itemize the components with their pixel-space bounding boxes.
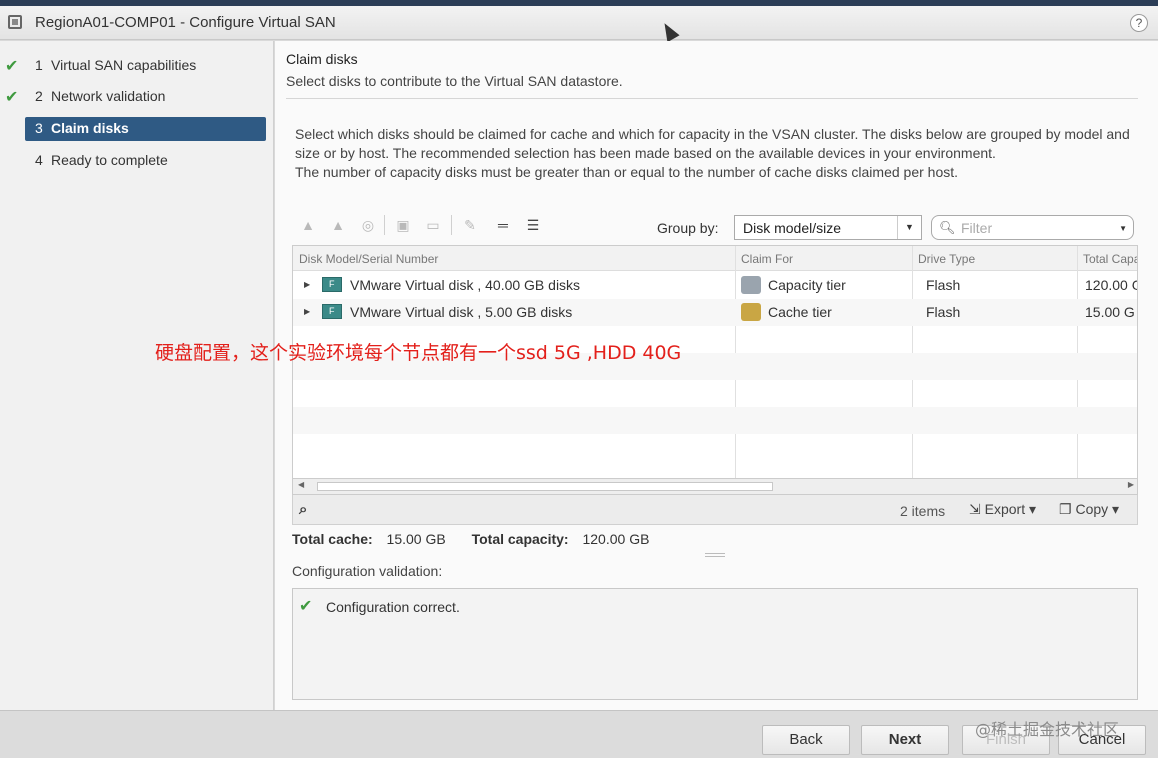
table-header: Disk Model/Serial Number Claim For Drive…	[293, 246, 1137, 271]
expand-all-icon[interactable]: ☰	[524, 217, 542, 233]
watermark: @稀土掘金技术社区	[975, 720, 1120, 739]
step-claim-disks[interactable]: 3 Claim disks	[25, 117, 266, 141]
page-title: Claim disks	[286, 51, 358, 67]
export-label: Export	[984, 501, 1026, 517]
total-capacity-value: 120.00 GB	[582, 531, 650, 547]
disks-table: Disk Model/Serial Number Claim For Drive…	[292, 245, 1138, 495]
table-footer: ⌕ 2 items ⇲ Export ▾ ❐ Copy ▾	[292, 495, 1138, 525]
filter-placeholder: Filter	[961, 220, 993, 236]
step-label: Virtual SAN capabilities	[51, 57, 197, 73]
disk-group-icon[interactable]: ▣	[394, 217, 412, 233]
wizard-steps-sidebar: ✔ 1 Virtual SAN capabilities ✔ 2 Network…	[0, 41, 274, 710]
page-description: Select which disks should be claimed for…	[295, 125, 1145, 182]
window-titlebar: RegionA01-COMP01 - Configure Virtual SAN…	[0, 6, 1158, 40]
step-number: 3	[35, 120, 43, 136]
total-capacity-label: Total capacity:	[471, 531, 569, 547]
resize-handle[interactable]	[705, 553, 725, 557]
group-by-label: Group by:	[657, 220, 719, 236]
window-app-icon	[8, 15, 22, 29]
copy-label: Copy	[1075, 501, 1109, 517]
column-header-total-capacity[interactable]: Total Capa	[1083, 252, 1137, 266]
scroll-left-icon[interactable]: ◀	[298, 480, 304, 489]
back-button[interactable]: Back	[762, 725, 850, 755]
check-icon: ✔	[5, 58, 19, 75]
column-header-disk-model[interactable]: Disk Model/Serial Number	[299, 252, 438, 266]
disk-model-cell: VMware Virtual disk , 40.00 GB disks	[350, 277, 581, 293]
claim-for-cell[interactable]: Capacity tier	[768, 277, 846, 293]
drive-type-cell: Flash	[926, 277, 961, 293]
table-row[interactable]: ▶ VMware Virtual disk , 40.00 GB disks C…	[293, 272, 1138, 299]
filter-input[interactable]: 🔍︎ Filter ▼	[931, 215, 1134, 240]
total-cache-label: Total cache:	[292, 531, 373, 547]
total-capacity-cell: 120.00 G	[1085, 277, 1138, 293]
claim-for-cell[interactable]: Cache tier	[768, 304, 832, 320]
step-ready-to-complete[interactable]: 4 Ready to complete	[0, 149, 274, 173]
cache-tier-icon	[741, 303, 761, 321]
drive-type-cell: Flash	[926, 304, 961, 320]
flash-disk-icon	[322, 304, 342, 319]
step-network-validation[interactable]: ✔ 2 Network validation	[0, 85, 274, 109]
unclaim-icon[interactable]: ◎	[359, 217, 377, 233]
configuration-validation-label: Configuration validation:	[292, 563, 443, 579]
divider	[286, 98, 1138, 99]
step-number: 1	[35, 57, 43, 73]
group-by-value: Disk model/size	[743, 220, 842, 236]
disk-list-icon[interactable]: ▭	[424, 217, 442, 233]
column-header-claim-for[interactable]: Claim For	[741, 252, 793, 266]
step-number: 2	[35, 88, 43, 104]
toolbar-separator	[451, 215, 452, 235]
table-row[interactable]: ▶ VMware Virtual disk , 5.00 GB disks Ca…	[293, 299, 1137, 326]
next-button[interactable]: Next	[861, 725, 949, 755]
binoculars-icon[interactable]: ⌕	[299, 501, 307, 518]
horizontal-scrollbar[interactable]: ◀ ▶	[293, 478, 1137, 494]
column-header-drive-type[interactable]: Drive Type	[918, 252, 975, 266]
disk-model-cell: VMware Virtual disk , 5.00 GB disks	[350, 304, 573, 320]
total-capacity-cell: 15.00 G	[1085, 304, 1135, 320]
scroll-right-icon[interactable]: ▶	[1128, 480, 1134, 489]
scrollbar-thumb[interactable]	[317, 482, 773, 491]
empty-row	[293, 407, 1137, 434]
claim-cache-icon[interactable]: ▲	[329, 217, 347, 233]
grid-toolbar: ▲ ▲ ◎ ▣ ▭ ✎ ═ ☰	[299, 215, 579, 237]
step-label: Network validation	[51, 88, 166, 104]
validation-message: Configuration correct.	[326, 599, 460, 615]
check-icon: ✔	[5, 89, 19, 106]
step-label: Claim disks	[51, 120, 129, 136]
expand-arrow-icon[interactable]: ▶	[304, 307, 310, 316]
search-icon: 🔍︎	[939, 220, 956, 235]
configuration-validation-box: ✔ Configuration correct.	[292, 588, 1138, 700]
collapse-all-icon[interactable]: ═	[494, 217, 512, 233]
description-paragraph: The number of capacity disks must be gre…	[295, 164, 959, 180]
help-icon[interactable]: ?	[1130, 14, 1148, 32]
description-paragraph: Select which disks should be claimed for…	[295, 126, 1130, 161]
item-count: 2 items	[900, 503, 946, 519]
step-virtual-san-capabilities[interactable]: ✔ 1 Virtual SAN capabilities	[0, 54, 274, 78]
window-title: RegionA01-COMP01 - Configure Virtual SAN	[35, 14, 336, 31]
edit-icon[interactable]: ✎	[461, 217, 479, 233]
page-subtitle: Select disks to contribute to the Virtua…	[286, 73, 623, 89]
wizard-content: Claim disks Select disks to contribute t…	[275, 41, 1158, 710]
empty-row	[293, 434, 1137, 461]
step-number: 4	[35, 152, 43, 168]
total-cache-value: 15.00 GB	[386, 531, 446, 547]
totals-summary: Total cache: 15.00 GB Total capacity: 12…	[292, 531, 649, 547]
group-by-select[interactable]: Disk model/size ▼	[734, 215, 922, 240]
capacity-tier-icon	[741, 276, 761, 294]
flash-disk-icon	[322, 277, 342, 292]
check-icon: ✔	[299, 598, 313, 615]
expand-arrow-icon[interactable]: ▶	[304, 280, 310, 289]
empty-row	[293, 380, 1137, 407]
chevron-down-icon[interactable]: ▼	[1119, 224, 1127, 233]
toolbar-separator	[384, 215, 385, 235]
copy-button[interactable]: ❐ Copy ▾	[1059, 501, 1119, 518]
claim-capacity-icon[interactable]: ▲	[299, 217, 317, 233]
chevron-down-icon: ▼	[897, 216, 921, 239]
step-label: Ready to complete	[51, 152, 168, 168]
annotation-text: 硬盘配置，这个实验环境每个节点都有一个ssd 5G ,HDD 40G	[155, 342, 682, 364]
export-button[interactable]: ⇲ Export ▾	[969, 501, 1036, 518]
